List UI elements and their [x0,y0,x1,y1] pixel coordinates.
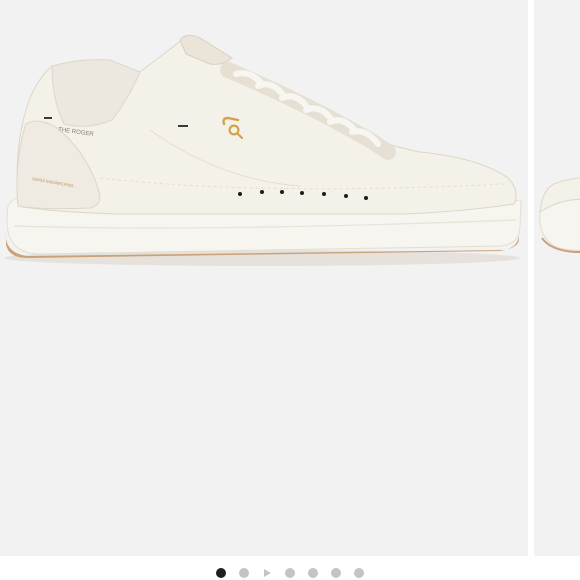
carousel-dot-5[interactable] [308,568,318,578]
carousel-dot-6[interactable] [331,568,341,578]
carousel-dot-1[interactable] [216,568,226,578]
carousel-indicator [0,566,580,580]
carousel-dot-4[interactable] [285,568,295,578]
gallery-slide-current[interactable]: THE ROGER SWISS ENGINEERING [0,0,528,556]
carousel-dot-2[interactable] [239,568,249,578]
carousel-dot-7[interactable] [354,568,364,578]
carousel-video-dot[interactable] [262,568,272,578]
sneaker-image: THE ROGER SWISS ENGINEERING [0,0,528,556]
play-icon [263,569,271,577]
image-carousel[interactable]: THE ROGER SWISS ENGINEERING [0,0,580,556]
product-gallery: THE ROGER SWISS ENGINEERING [0,0,580,580]
gallery-slide-next[interactable] [534,0,580,556]
sneaker-image-next [534,0,580,556]
